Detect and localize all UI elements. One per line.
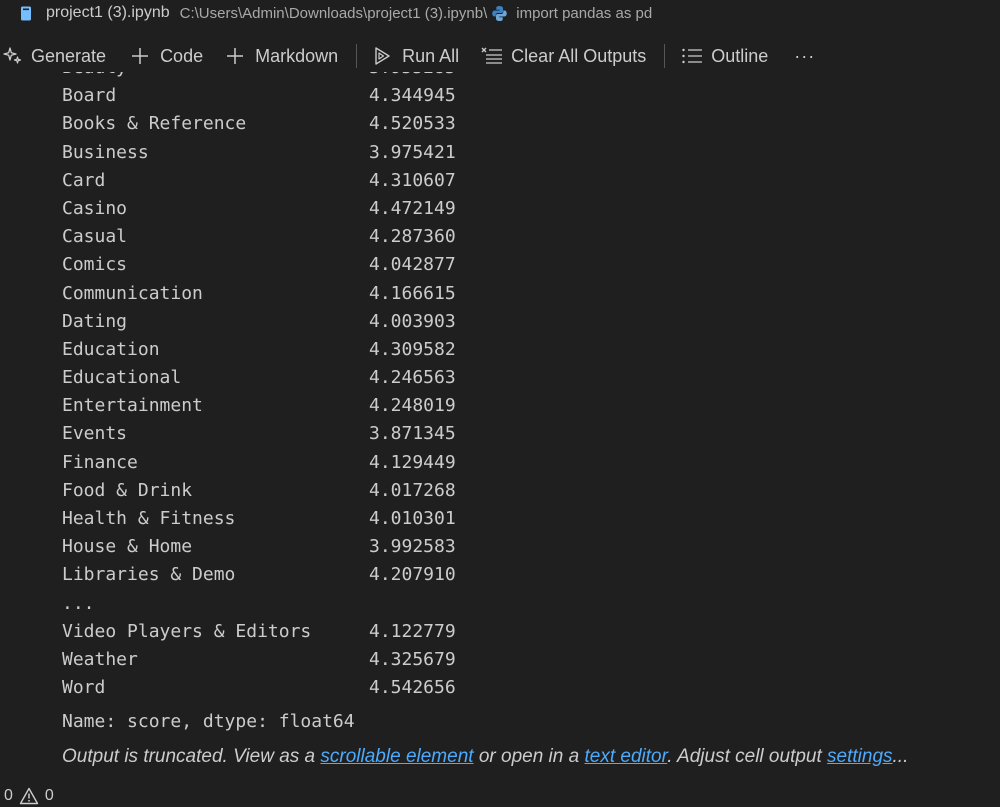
truncated-prefix: Output is truncated. View as a: [62, 746, 321, 767]
cell-output[interactable]: Beauty 3.955285 Board 4.344945 Books & Refer…: [0, 72, 1000, 785]
series-index-label: Card: [62, 169, 106, 191]
series-index-label: Weather: [62, 648, 138, 670]
toolbar-divider: [664, 44, 666, 68]
series-index-label: Food & Drink: [62, 479, 193, 501]
code-label: Code: [160, 45, 204, 66]
series-value: 4.010301: [369, 508, 456, 529]
python-icon: [492, 5, 507, 21]
series-value: 4.207910: [369, 564, 456, 586]
series-index-label: ...: [62, 592, 95, 614]
problems-indicator[interactable]: 0 0: [4, 787, 54, 805]
sparkle-icon: [3, 47, 22, 64]
outline-label: Outline: [711, 45, 769, 66]
series-index-label: Dating: [62, 310, 128, 332]
run-all-icon: [375, 47, 390, 65]
add-code-cell-button[interactable]: Code: [130, 46, 203, 67]
more-actions-button[interactable]: ···: [794, 46, 815, 67]
clear-all-outputs-button[interactable]: Clear All Outputs: [481, 46, 646, 67]
series-index-label: Libraries & Demo: [62, 564, 236, 586]
series-index-label: Events: [62, 423, 128, 445]
breadcrumb-file[interactable]: project1 (3).ipynb: [46, 4, 170, 22]
notebook-toolbar: Generate Code Markdown Run All Clear All…: [0, 40, 1000, 72]
output-truncated-message: Output is truncated. View as a scrollabl…: [62, 744, 908, 770]
series-value: 4.122779: [369, 620, 456, 642]
series-value: 4.042877: [369, 254, 456, 276]
series-index-label: Video Players & Editors: [62, 620, 312, 642]
series-index-label: Educational: [62, 367, 182, 389]
series-dtype-line: Name: score, dtype: float64: [62, 711, 355, 732]
series-index-label: Health & Fitness: [62, 508, 236, 529]
warning-count: 0: [44, 787, 54, 804]
series-value: 4.520533: [369, 113, 456, 135]
series-index-label: Board: [62, 85, 117, 107]
plus-icon: [132, 48, 149, 64]
generate-label: Generate: [31, 45, 107, 66]
series-value: 4.129449: [369, 451, 456, 473]
series-index-label: Casino: [62, 197, 128, 219]
truncated-middle: or open in a: [473, 746, 585, 767]
plus-icon: [227, 48, 244, 64]
run-all-label: Run All: [402, 45, 460, 66]
series-index-label: Entertainment: [62, 395, 203, 417]
notebook-file-icon: [21, 6, 31, 20]
list-icon: [682, 48, 703, 64]
truncated-suffix: ...: [892, 746, 909, 767]
series-value: 4.344945: [369, 85, 456, 107]
series-index-label: Communication: [62, 282, 203, 304]
series-value: 4.003903: [369, 310, 456, 332]
series-index-label: Business: [62, 141, 149, 163]
clear-all-icon: [481, 47, 503, 64]
series-value: 3.955285: [369, 72, 456, 82]
series-value: 3.992583: [369, 536, 456, 558]
series-index-label: Finance: [62, 451, 138, 473]
series-value: 4.309582: [369, 338, 456, 360]
series-value: 4.542656: [369, 677, 456, 699]
scrollable-element-link[interactable]: scrollable element: [320, 746, 473, 767]
breadcrumb: project1 (3).ipynb C:\Users\Admin\Downlo…: [0, 0, 1000, 26]
series-value: 4.472149: [369, 197, 456, 219]
series-value: 4.246563: [369, 367, 456, 389]
series-index-label: Casual: [62, 226, 128, 248]
add-markdown-cell-button[interactable]: Markdown: [225, 46, 338, 67]
series-value: 4.287360: [369, 226, 456, 248]
series-value: 4.248019: [369, 395, 456, 417]
series-value: 3.871345: [369, 423, 456, 445]
series-value: 4.310607: [369, 169, 456, 191]
settings-link[interactable]: settings: [827, 746, 892, 767]
series-index-label: Books & Reference: [62, 113, 247, 135]
series-value: 3.975421: [369, 141, 456, 163]
markdown-label: Markdown: [255, 45, 339, 66]
series-value: 4.166615: [369, 282, 456, 304]
error-count: 0: [4, 787, 13, 804]
truncated-after-editor: . Adjust cell output: [667, 746, 828, 767]
series-index-label: Education: [62, 338, 160, 360]
outline-button[interactable]: Outline: [681, 46, 768, 67]
series-index-label: Comics: [62, 254, 128, 276]
status-bar: 0 0: [0, 785, 1000, 807]
text-editor-link[interactable]: text editor: [584, 746, 667, 767]
toolbar-divider: [356, 44, 358, 68]
breadcrumb-path[interactable]: C:\Users\Admin\Downloads\project1 (3).ip…: [180, 5, 488, 22]
breadcrumb-cell[interactable]: import pandas as pd: [516, 5, 652, 22]
clear-all-outputs-label: Clear All Outputs: [511, 45, 647, 66]
series-index-label: House & Home: [62, 536, 193, 558]
run-all-button[interactable]: Run All: [373, 45, 459, 67]
series-value: 4.017268: [369, 479, 456, 501]
warning-icon: [19, 787, 39, 805]
series-index-label: Beauty: [62, 72, 127, 82]
generate-button[interactable]: Generate: [3, 46, 106, 67]
series-index-label: Word: [62, 677, 106, 699]
series-value: 4.325679: [369, 648, 456, 670]
